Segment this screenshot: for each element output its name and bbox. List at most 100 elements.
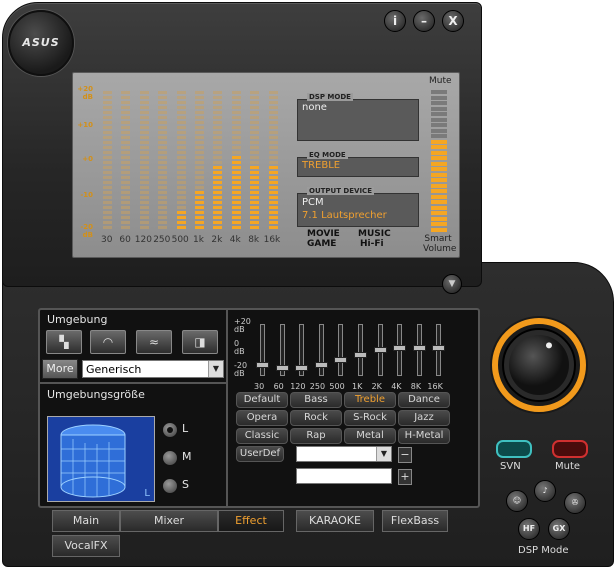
- eq-mode-value: TREBLE: [302, 160, 341, 171]
- environment-preset-button-3[interactable]: ≈: [136, 330, 172, 354]
- eq-preset-classic[interactable]: Classic: [236, 428, 288, 444]
- eq-preset-s-rock[interactable]: S-Rock: [344, 410, 396, 426]
- eq-preset-h-metal[interactable]: H-Metal: [398, 428, 450, 444]
- spectrum-segment: [121, 106, 131, 109]
- dsp-music-button[interactable]: ♪: [534, 480, 556, 502]
- add-preset-button[interactable]: +: [398, 469, 412, 485]
- user-eq-name-input[interactable]: [296, 468, 392, 484]
- spectrum-segment: [250, 181, 260, 184]
- tab-effect[interactable]: Effect: [218, 510, 284, 532]
- spectrum-segment: [195, 196, 204, 199]
- spectrum-segment: [268, 111, 278, 114]
- spectrum-segment: [139, 131, 149, 134]
- volume-segment: [431, 183, 447, 188]
- spectrum-segment: [176, 196, 186, 199]
- spectrum-band: [121, 89, 131, 231]
- tab-flexbass[interactable]: FlexBass: [382, 510, 448, 532]
- eq-slider-thumb[interactable]: [393, 344, 407, 351]
- spectrum-segment: [158, 106, 168, 109]
- environment-preset-button-4[interactable]: ◨: [182, 330, 218, 354]
- water-icon: ≈: [148, 335, 160, 349]
- collapse-toggle-button[interactable]: ▼: [442, 274, 462, 294]
- eq-preset-userdef[interactable]: UserDef: [236, 446, 284, 462]
- eq-slider-thumb[interactable]: [275, 364, 289, 371]
- eq-slider-thumb[interactable]: [412, 344, 426, 351]
- spectrum-segment: [268, 136, 278, 139]
- gamepad-icon: ☺: [512, 496, 522, 505]
- lcd-mute-label: Mute: [429, 76, 452, 86]
- remove-preset-button[interactable]: −: [398, 447, 412, 463]
- eq-slider-thumb[interactable]: [295, 364, 309, 371]
- lcd-y-tick: -10: [80, 191, 93, 199]
- environment-select[interactable]: Generisch ▼: [82, 360, 224, 378]
- minimize-button[interactable]: –: [413, 10, 435, 32]
- spectrum-segment: [103, 191, 112, 194]
- eq-slider-thumb[interactable]: [256, 362, 269, 368]
- spectrum-segment: [213, 146, 223, 149]
- environment-select-value: Generisch: [86, 363, 142, 376]
- more-button[interactable]: More: [42, 359, 78, 379]
- eq-preset-jazz[interactable]: Jazz: [398, 410, 450, 426]
- environment-preset-button-2[interactable]: ◠: [90, 330, 126, 354]
- spectrum-segment: [195, 181, 204, 184]
- eq-slider-thumb[interactable]: [373, 347, 387, 353]
- spectrum-segment: [250, 191, 260, 194]
- volume-segment: [431, 205, 447, 210]
- spectrum-band-label: 16k: [263, 235, 281, 245]
- spectrum-segment: [139, 176, 149, 179]
- size-radio-m[interactable]: [162, 450, 178, 466]
- spectrum-segment: [250, 171, 260, 174]
- spectrum-segment: [268, 151, 278, 154]
- spectrum-segment: [139, 161, 149, 164]
- dsp-hf-button[interactable]: HF: [518, 518, 540, 540]
- spectrum-segment: [176, 206, 186, 209]
- spectrum-segment: [250, 146, 260, 149]
- tab-vocalfx[interactable]: VocalFX: [52, 535, 120, 557]
- spectrum-segment: [103, 146, 112, 149]
- eq-preset-rock[interactable]: Rock: [290, 410, 342, 426]
- eq-preset-default[interactable]: Default: [236, 392, 288, 408]
- eq-slider-thumb[interactable]: [314, 362, 328, 368]
- dsp-game-button[interactable]: ☺: [506, 490, 528, 512]
- eq-preset-treble[interactable]: Treble: [344, 392, 396, 408]
- eq-preset-opera[interactable]: Opera: [236, 410, 288, 426]
- eq-preset-rap[interactable]: Rap: [290, 428, 342, 444]
- effect-panel: Umgebung ▚ ◠ ≈ ◨ More Generisch ▼ Umgebu…: [38, 308, 480, 508]
- eq-slider-thumb[interactable]: [432, 344, 446, 351]
- movie-label: MOVIE: [307, 229, 340, 239]
- close-button[interactable]: X: [442, 10, 464, 32]
- arch-icon: ◠: [102, 335, 114, 349]
- volume-knob[interactable]: [490, 316, 588, 414]
- info-button[interactable]: i: [384, 10, 406, 32]
- eq-slider-thumb[interactable]: [334, 357, 348, 363]
- spectrum-segment: [268, 161, 278, 164]
- tab-karaoke[interactable]: KARAOKE: [296, 510, 374, 532]
- lcd-y-tick: -20 dB: [80, 223, 93, 239]
- spectrum-segment: [231, 221, 241, 224]
- mute-toggle[interactable]: [552, 440, 588, 458]
- spectrum-segment: [176, 96, 186, 99]
- spectrum-segment: [213, 131, 223, 134]
- user-eq-select[interactable]: ▼: [296, 446, 392, 462]
- volume-segment: [431, 167, 447, 171]
- spectrum-segment: [103, 96, 112, 99]
- size-radio-l[interactable]: [162, 422, 178, 438]
- dsp-mode-title: DSP MODE: [307, 93, 353, 101]
- tab-main[interactable]: Main: [52, 510, 120, 532]
- spectrum-segment: [139, 141, 149, 144]
- eq-slider-thumb[interactable]: [354, 352, 367, 358]
- environment-preset-button-1[interactable]: ▚: [46, 330, 82, 354]
- output-device-line2: 7.1 Lautsprecher: [302, 210, 387, 221]
- spectrum-segment: [195, 131, 204, 134]
- tab-mixer[interactable]: Mixer: [120, 510, 218, 532]
- spectrum-segment: [103, 201, 112, 204]
- room-size-badge: L: [144, 488, 150, 499]
- eq-preset-dance[interactable]: Dance: [398, 392, 450, 408]
- eq-preset-metal[interactable]: Metal: [344, 428, 396, 444]
- volume-segment: [431, 117, 447, 122]
- dsp-movie-button[interactable]: ✇: [564, 492, 586, 514]
- dsp-gx-button[interactable]: GX: [548, 518, 570, 540]
- size-radio-s[interactable]: [162, 478, 178, 494]
- eq-preset-bass[interactable]: Bass: [290, 392, 342, 408]
- svn-toggle[interactable]: [496, 440, 532, 458]
